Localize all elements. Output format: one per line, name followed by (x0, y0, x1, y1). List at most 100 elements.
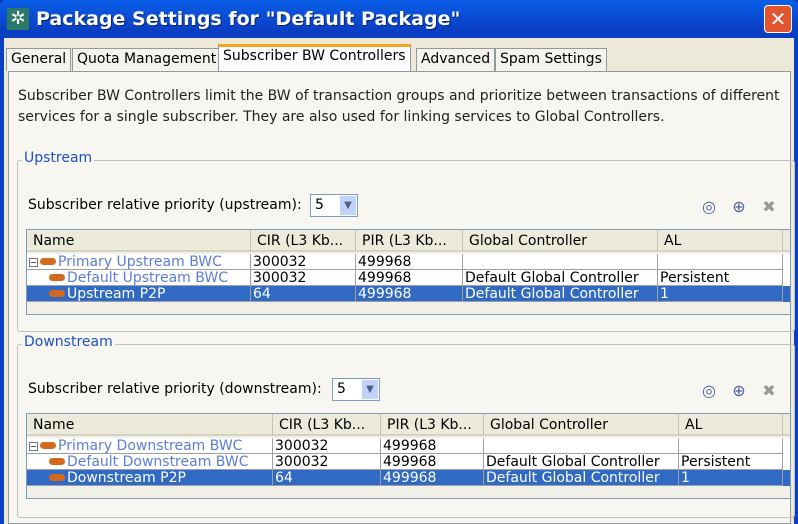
tab-subscriber-bw-controllers[interactable]: Subscriber BW Controllers (218, 44, 411, 72)
delete-icon[interactable]: ✖ (760, 381, 778, 400)
column-header[interactable]: AL (679, 414, 783, 436)
table-cell: 300032 (251, 270, 356, 286)
downstream-group-label: Downstream (22, 334, 115, 350)
column-header[interactable]: PIR (L3 Kb... (356, 230, 463, 252)
column-header[interactable]: CIR (L3 Kb... (273, 414, 381, 436)
chevron-down-icon[interactable]: ▼ (362, 380, 378, 399)
add-icon[interactable]: ◎ (700, 381, 718, 400)
table-cell: Persistent (679, 454, 783, 470)
column-header[interactable]: PIR (L3 Kb... (381, 414, 484, 436)
upstream-group-label: Upstream (22, 150, 95, 166)
table-cell: 64 (273, 470, 381, 486)
cell-text: 300032 (275, 454, 329, 470)
chevron-down-icon[interactable]: ▼ (340, 196, 356, 215)
bwc-icon (49, 290, 65, 297)
table-header: Name CIR (L3 Kb... PIR (L3 Kb... Global Con… (27, 414, 790, 436)
downstream-priority-select[interactable]: 5 ▼ (332, 378, 380, 401)
cell-text: 499968 (358, 286, 412, 302)
cell-text: 64 (253, 286, 271, 302)
bwc-icon (49, 474, 65, 481)
table-cell: 499968 (381, 470, 484, 486)
table-cell: Default Downstream BWC (27, 454, 273, 470)
table-cell: Default Global Controller (463, 286, 658, 302)
cell-text: 499968 (383, 438, 437, 454)
tab-quota-management[interactable]: Quota Management (72, 48, 222, 71)
table-cell: Default Global Controller (484, 454, 679, 470)
table-cell: Default Global Controller (484, 470, 679, 486)
downstream-group: Downstream Subscriber relative priority … (17, 334, 795, 518)
cell-text: Default Global Controller (465, 270, 639, 286)
cell-text: 1 (660, 286, 669, 302)
column-header[interactable]: Name (27, 230, 251, 252)
upstream-table: Name CIR (L3 Kb... PIR (L3 Kb... Global Con… (26, 229, 791, 315)
column-header[interactable]: Global Controller (463, 230, 658, 252)
cell-text: 499968 (358, 270, 412, 286)
window-title: Package Settings for "Default Package" (36, 8, 461, 30)
table-row[interactable]: Default Upstream BWC 300032 499968 Default … (27, 270, 790, 286)
cell-text: Downstream P2P (67, 470, 186, 486)
delete-icon[interactable]: ✖ (760, 197, 778, 216)
table-cell: Upstream P2P (27, 286, 251, 302)
description: Subscriber BW Controllers limit the BW o… (18, 88, 780, 125)
upstream-priority-select[interactable]: 5 ▼ (310, 194, 358, 217)
add-icon[interactable]: ◎ (700, 197, 718, 216)
dialog-window: ✲ Package Settings for "Default Package"… (0, 0, 798, 524)
cell-text: 1 (681, 470, 690, 486)
table-cell: 1 (658, 286, 783, 302)
table-cell: 499968 (356, 254, 463, 270)
cell-text: 300032 (253, 254, 307, 270)
table-cell: 499968 (356, 270, 463, 286)
table-cell: − Primary Upstream BWC (27, 254, 251, 270)
table-cell (463, 254, 658, 270)
column-header[interactable]: Global Controller (484, 414, 679, 436)
upstream-priority-value: 5 (315, 197, 324, 213)
cell-text: 499968 (358, 254, 412, 270)
table-row[interactable]: − Primary Downstream BWC 300032 499968 (27, 438, 790, 454)
collapse-icon[interactable]: − (29, 258, 38, 267)
table-row[interactable]: Upstream P2P 64 499968 Default Global Contr… (27, 286, 790, 302)
table-cell: Default Upstream BWC (27, 270, 251, 286)
table-cell: Downstream P2P (27, 470, 273, 486)
collapse-icon[interactable]: − (29, 442, 38, 451)
table-cell: − Primary Downstream BWC (27, 438, 273, 454)
table-header: Name CIR (L3 Kb... PIR (L3 Kb... Global Con… (27, 230, 790, 252)
tab-advanced[interactable]: Advanced (416, 48, 496, 71)
cell-text: 300032 (275, 438, 329, 454)
table-cell (484, 438, 679, 454)
cell-text: Default Global Controller (465, 286, 639, 302)
cell-text: Primary Downstream BWC (58, 438, 243, 454)
add-child-icon[interactable]: ⊕ (730, 381, 748, 400)
cell-text: 499968 (383, 470, 437, 486)
cell-text: 64 (275, 470, 293, 486)
tab-spam-settings[interactable]: Spam Settings (495, 48, 607, 71)
upstream-priority-label: Subscriber relative priority (upstream): (28, 197, 302, 213)
cell-text: Default Downstream BWC (67, 454, 249, 470)
table-cell: 300032 (273, 438, 381, 454)
cell-text: Persistent (681, 454, 751, 470)
cell-text: Upstream P2P (67, 286, 166, 302)
column-header[interactable]: Name (27, 414, 273, 436)
app-icon: ✲ (7, 8, 29, 30)
table-row[interactable]: − Primary Upstream BWC 300032 499968 (27, 254, 790, 270)
add-child-icon[interactable]: ⊕ (730, 197, 748, 216)
tab-general[interactable]: General (6, 48, 72, 71)
table-cell: 499968 (356, 286, 463, 302)
bwc-icon (49, 274, 65, 281)
downstream-priority-value: 5 (337, 381, 346, 397)
column-header[interactable]: CIR (L3 Kb... (251, 230, 356, 252)
cell-text: Persistent (660, 270, 730, 286)
table-cell: 1 (679, 470, 783, 486)
table-row[interactable]: Default Downstream BWC 300032 499968 Defaul… (27, 454, 790, 470)
upstream-group: Upstream Subscriber relative priority (u… (17, 150, 795, 332)
cell-text: Primary Upstream BWC (58, 254, 222, 270)
downstream-table: Name CIR (L3 Kb... PIR (L3 Kb... Global Con… (26, 413, 791, 499)
bwc-icon (40, 258, 56, 265)
table-cell (679, 438, 783, 454)
cell-text: 499968 (383, 454, 437, 470)
close-button[interactable]: ✕ (764, 5, 792, 33)
cell-text: Default Global Controller (486, 470, 660, 486)
bwc-icon (40, 442, 56, 449)
table-row[interactable]: Downstream P2P 64 499968 Default Global Con… (27, 470, 790, 486)
table-cell: Default Global Controller (463, 270, 658, 286)
column-header[interactable]: AL (658, 230, 783, 252)
